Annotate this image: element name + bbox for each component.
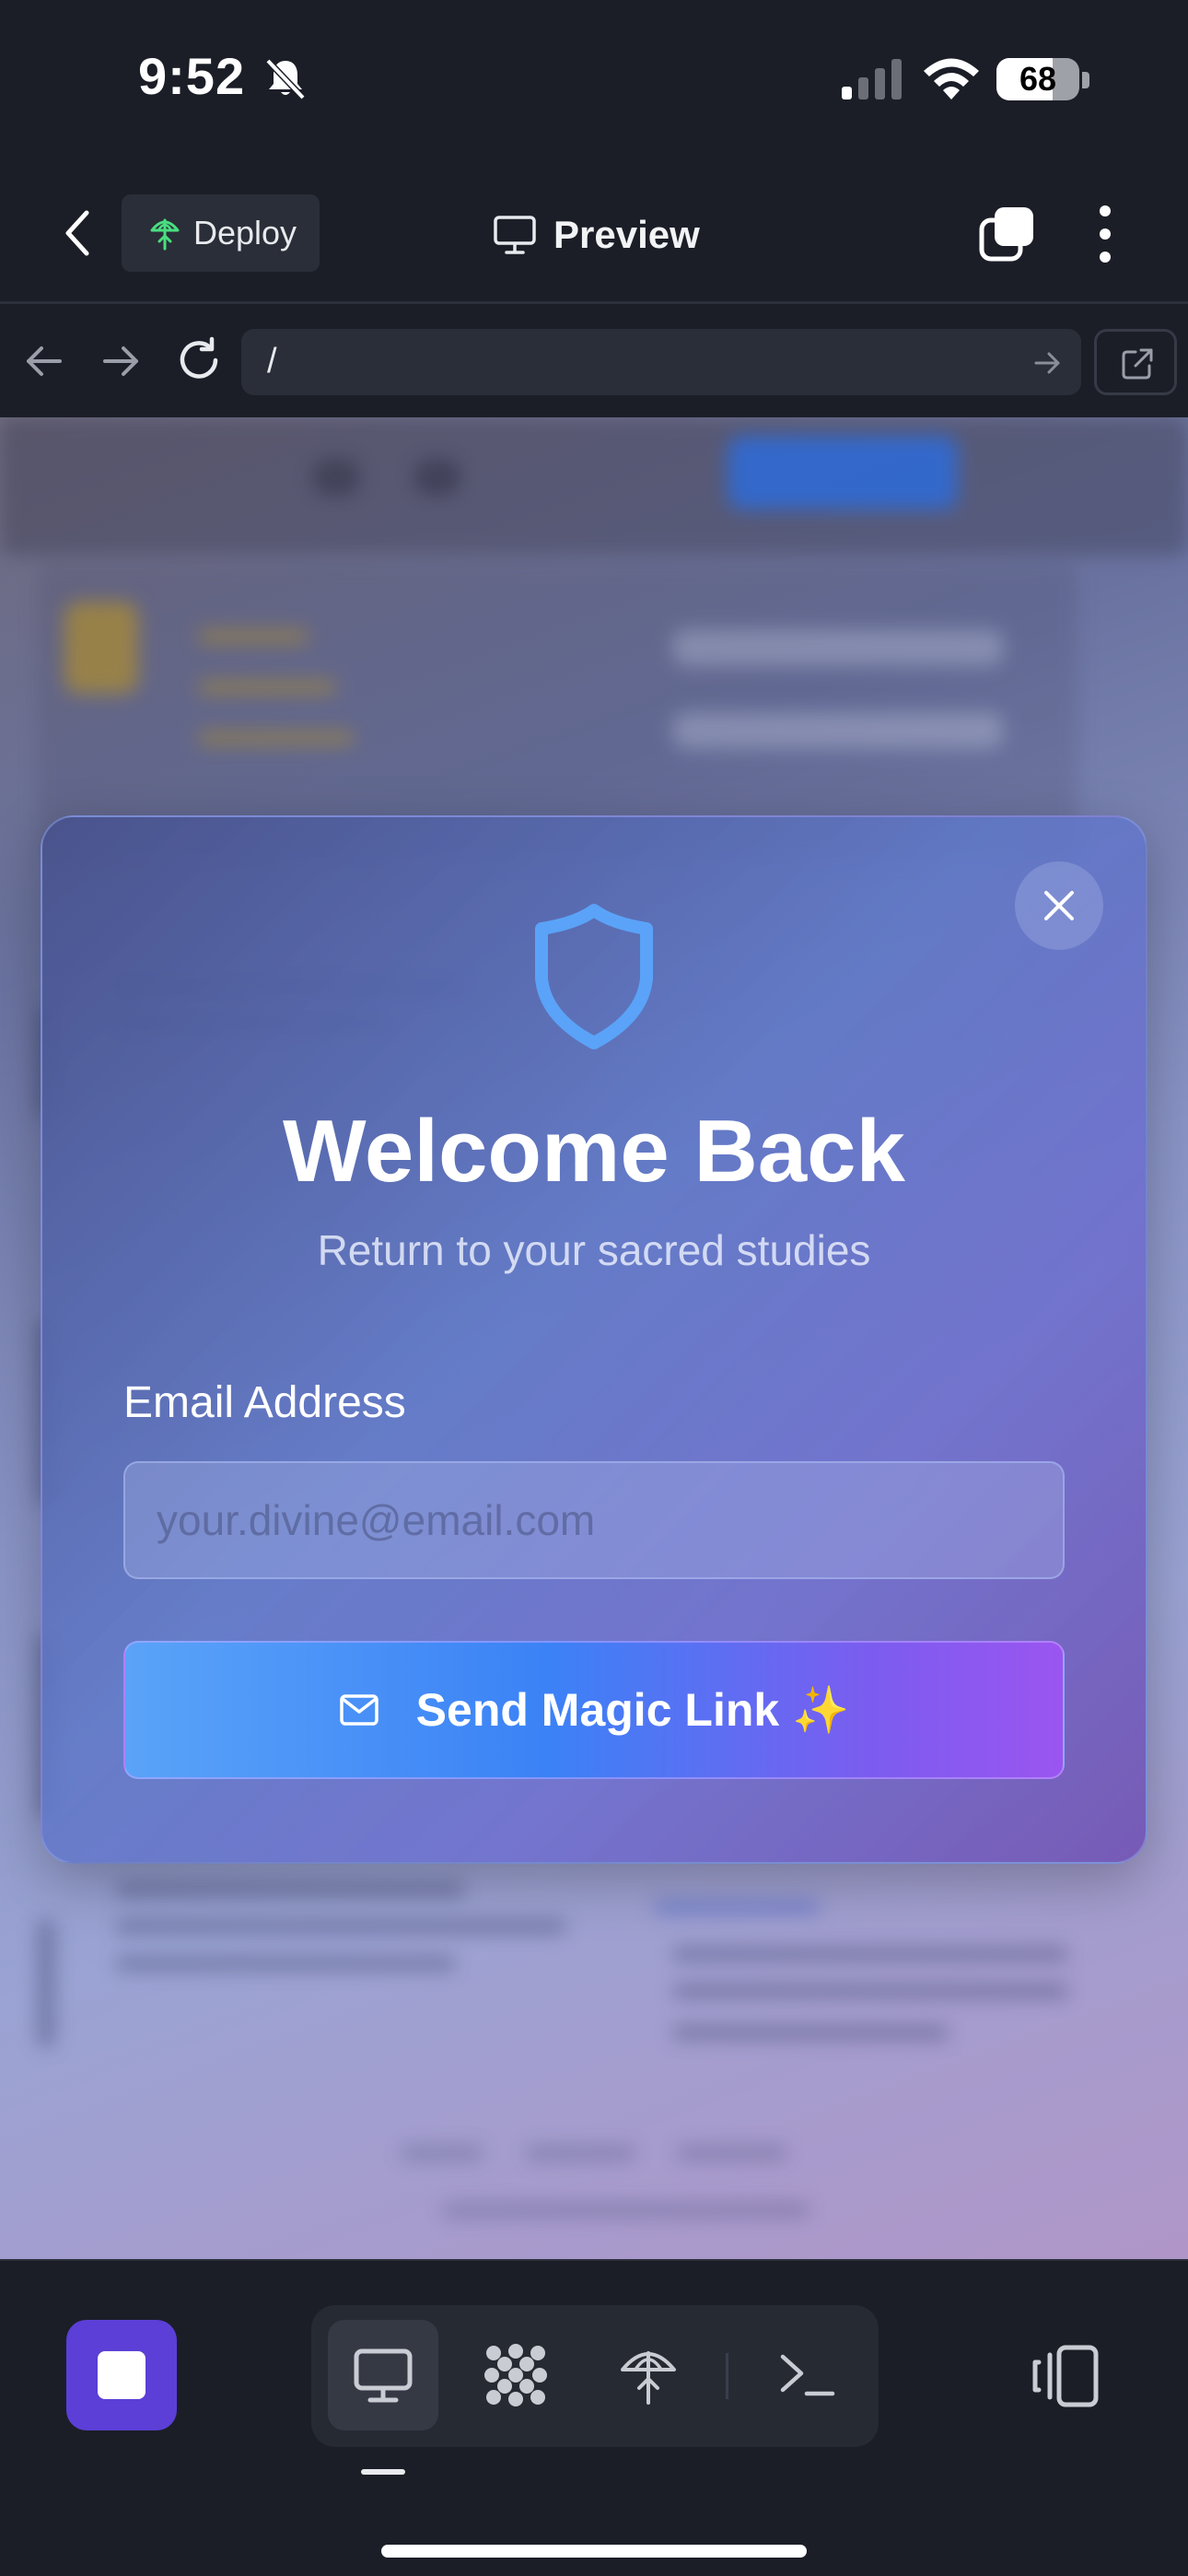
- monitor-icon: [494, 216, 536, 254]
- deploy-icon: [621, 2351, 676, 2405]
- send-magic-link-button[interactable]: Send Magic Link ✨: [123, 1641, 1065, 1779]
- url-field[interactable]: /: [241, 329, 1081, 395]
- email-field[interactable]: [123, 1461, 1065, 1579]
- bottom-toolbar: [0, 2259, 1188, 2576]
- battery-indicator: 68: [996, 58, 1079, 100]
- modal-subtitle: Return to your sacred studies: [317, 1226, 871, 1274]
- wifi-icon: [924, 58, 979, 100]
- send-magic-link-label: Send Magic Link ✨: [415, 1683, 850, 1736]
- tool-group: [311, 2305, 879, 2447]
- status-bar: 9:52 68: [0, 0, 1188, 161]
- back-chevron-icon[interactable]: [55, 205, 101, 261]
- reload-icon[interactable]: [175, 336, 223, 384]
- battery-level: 68: [1019, 60, 1057, 98]
- close-icon: [1044, 891, 1074, 920]
- status-time: 9:52: [138, 47, 246, 105]
- terminal-icon: [780, 2354, 835, 2396]
- monitor-icon: [354, 2348, 413, 2403]
- signal-icon: [842, 59, 902, 100]
- arrow-left-icon[interactable]: [23, 340, 65, 382]
- deploy-icon: [150, 218, 180, 251]
- external-link-icon: [1122, 348, 1153, 380]
- browser-bar: /: [0, 307, 1188, 417]
- bell-slash-icon: [265, 58, 306, 100]
- devices-icon[interactable]: [1030, 2344, 1100, 2408]
- battery-cap: [1082, 72, 1089, 88]
- stop-icon: [98, 2351, 146, 2399]
- close-button[interactable]: [1015, 861, 1103, 950]
- shield-icon: [535, 904, 653, 1049]
- url-text: /: [267, 342, 277, 381]
- mail-icon: [339, 1694, 379, 1726]
- page-title: Preview: [553, 213, 700, 256]
- tool-deploy[interactable]: [593, 2320, 704, 2430]
- email-label: Email Address: [123, 1378, 406, 1427]
- deploy-button[interactable]: Deploy: [122, 194, 320, 272]
- app-header: Deploy Preview: [0, 161, 1188, 304]
- deploy-label: Deploy: [193, 214, 297, 252]
- tool-preview[interactable]: [328, 2320, 438, 2430]
- modal-title: Welcome Back: [283, 1102, 905, 1200]
- preview-title: Preview: [493, 207, 700, 263]
- tabs-icon[interactable]: [978, 205, 1035, 263]
- open-external-button[interactable]: [1094, 329, 1177, 395]
- tool-integrations[interactable]: [460, 2320, 571, 2430]
- tool-separator: [726, 2353, 728, 2399]
- stop-button[interactable]: [66, 2320, 177, 2430]
- arrow-right-icon[interactable]: [99, 340, 142, 382]
- more-vertical-icon[interactable]: [1087, 202, 1124, 266]
- active-tool-indicator: [361, 2469, 405, 2475]
- dots-grid-icon: [484, 2344, 547, 2406]
- tool-terminal[interactable]: [751, 2320, 862, 2430]
- go-arrow-icon[interactable]: [1033, 349, 1061, 377]
- home-indicator: [381, 2545, 807, 2558]
